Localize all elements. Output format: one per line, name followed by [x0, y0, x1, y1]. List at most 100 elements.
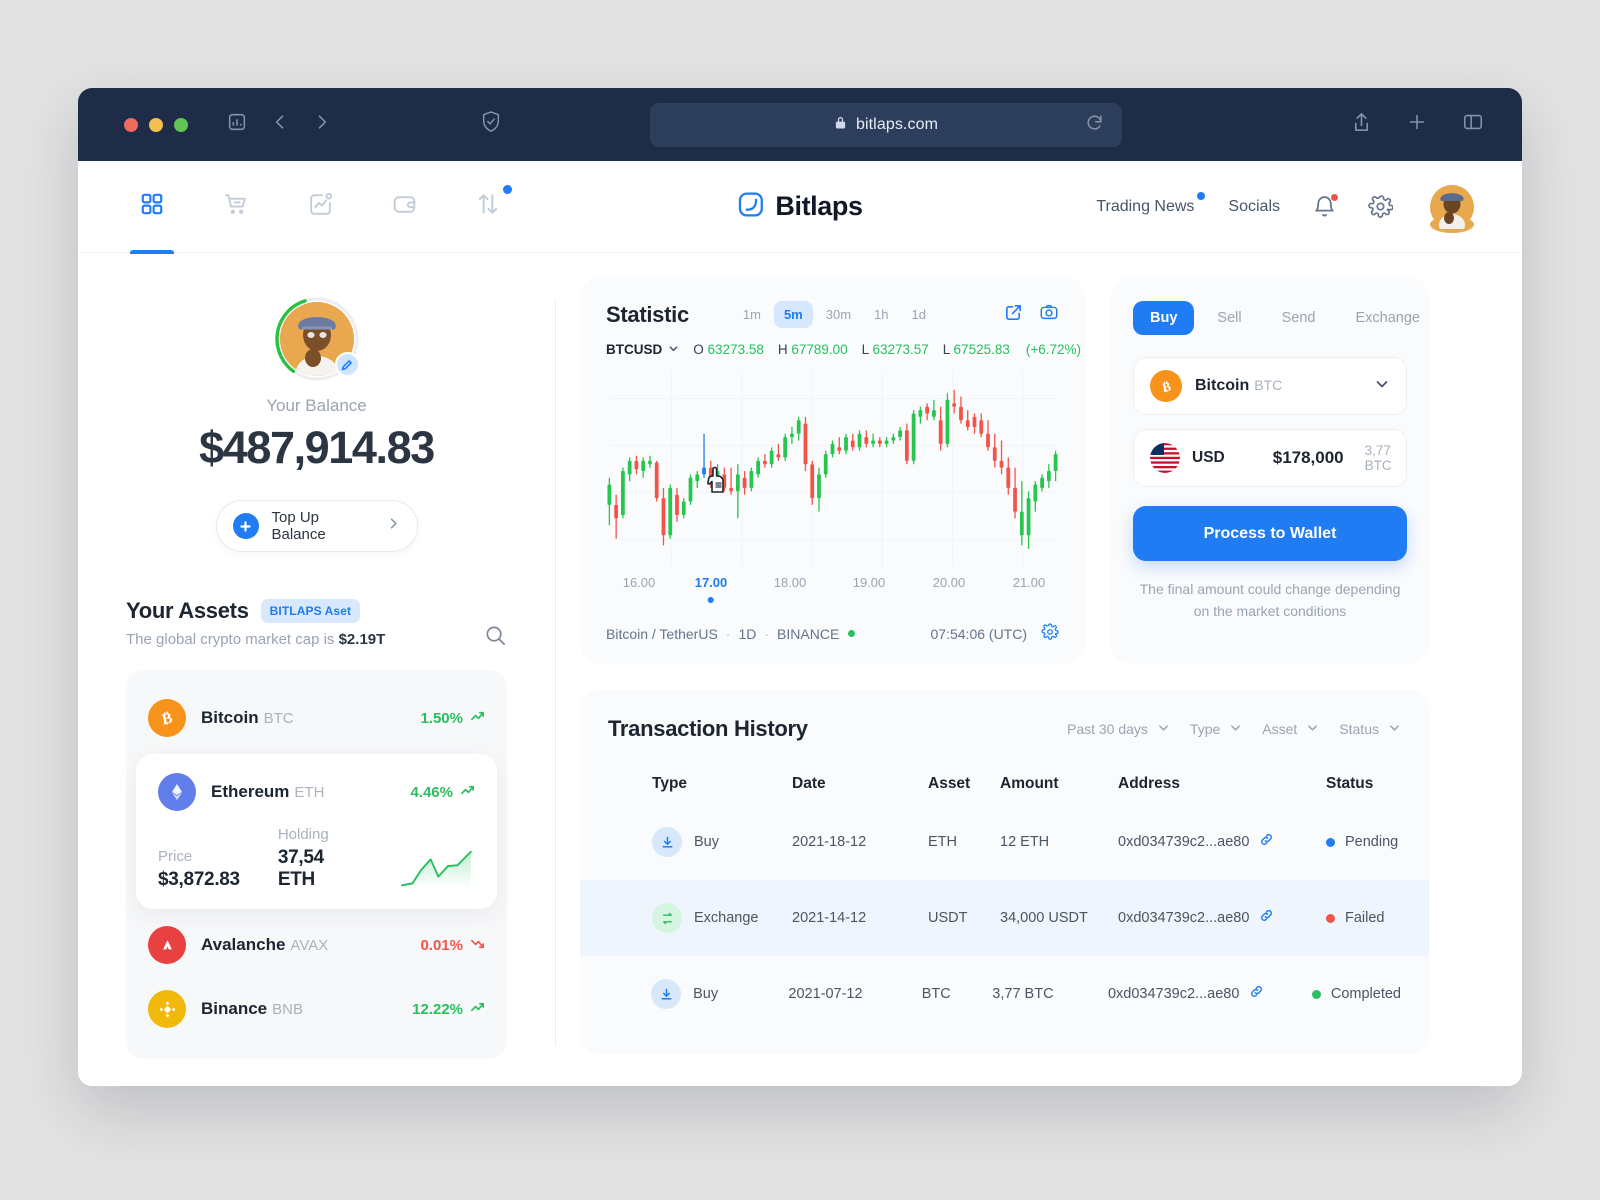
forward-arrow-icon[interactable]	[312, 112, 332, 137]
asset-card-ethereum[interactable]: Ethereum ETH 4.46% Price $3,872.83 Holdi…	[136, 754, 497, 909]
link-icon[interactable]	[1259, 908, 1274, 928]
tab-overview-icon[interactable]	[1462, 111, 1484, 138]
timeframe-30m[interactable]: 30m	[816, 301, 861, 328]
filter-asset[interactable]: Asset	[1262, 721, 1319, 737]
asset-row-binance[interactable]: Binance BNB 12.22%	[126, 977, 507, 1041]
asset-change-value: 1.50%	[420, 709, 463, 727]
asset-row-avalanche[interactable]: Avalanche AVAX 0.01%	[126, 913, 507, 977]
chevron-right-icon	[386, 516, 401, 536]
market-cap-prefix: The global crypto market cap is	[126, 631, 339, 648]
avatar[interactable]	[1430, 184, 1474, 236]
external-link-icon[interactable]	[1004, 303, 1023, 327]
shield-icon[interactable]	[480, 110, 502, 139]
ohlc-low: L 63273.57	[862, 342, 929, 357]
link-icon[interactable]	[1249, 984, 1264, 1004]
close-window-button[interactable]	[124, 117, 138, 132]
top-up-balance-button[interactable]: Top Up Balance	[215, 500, 418, 552]
trend-up-icon	[470, 1000, 485, 1019]
download-icon	[652, 827, 682, 857]
tab-buy[interactable]: Buy	[1133, 301, 1195, 335]
asset-change: 4.46%	[410, 783, 475, 802]
symbol-label: BTCUSD	[606, 342, 663, 357]
minimize-window-button[interactable]	[149, 117, 163, 132]
nav-analytics[interactable]	[296, 179, 344, 235]
chart-settings-icon[interactable]	[1041, 623, 1059, 644]
market-cap-value: $2.19T	[338, 631, 386, 648]
maximize-window-button[interactable]	[174, 117, 188, 132]
tab-sell[interactable]: Sell	[1200, 301, 1258, 335]
asset-name-block: Avalanche AVAX	[201, 935, 328, 955]
timeframe-1m[interactable]: 1m	[733, 301, 771, 328]
tab-send[interactable]: Send	[1265, 301, 1333, 335]
dot-separator: ·	[725, 625, 731, 642]
filter-type[interactable]: Type	[1190, 721, 1242, 737]
table-row[interactable]: Buy 2021-07-12 BTC 3,77 BTC 0xd034739c2.…	[608, 956, 1401, 1032]
nav-wallet[interactable]	[380, 179, 428, 235]
filter-date-range[interactable]: Past 30 days	[1067, 721, 1170, 737]
timeframe-1d[interactable]: 1d	[902, 301, 936, 328]
xtick-current: 17.00	[694, 575, 728, 590]
nav-transfer[interactable]	[464, 179, 512, 235]
process-to-wallet-button[interactable]: Process to Wallet	[1133, 506, 1407, 561]
xtick: 20.00	[932, 575, 966, 590]
nav-link-socials[interactable]: Socials	[1226, 194, 1282, 220]
screen: bitlaps.com Bitlaps Trading News Socials…	[0, 0, 1600, 1200]
primary-nav	[126, 179, 512, 254]
tab-exchange[interactable]: Exchange	[1338, 301, 1437, 335]
asset-row-bitcoin[interactable]: B Bitcoin BTC 1.50%	[126, 686, 507, 750]
amount-value: $178,000	[1272, 448, 1344, 467]
window-controls[interactable]	[124, 117, 188, 132]
holding-label: Holding	[277, 826, 329, 843]
plus-icon[interactable]	[1406, 111, 1428, 138]
chart-exchange: BINANCE	[777, 625, 840, 642]
binance-icon	[148, 990, 186, 1028]
row-address: 0xd034739c2...ae80	[1118, 834, 1250, 850]
nav-link-trading-news[interactable]: Trading News	[1094, 191, 1206, 220]
table-row[interactable]: Buy 2021-18-12 ETH 12 ETH 0xd034739c2...…	[608, 804, 1401, 880]
chevron-down-icon	[1388, 721, 1401, 737]
asset-symbol: BTC	[263, 710, 294, 727]
asset-name-block: Bitcoin BTC	[201, 708, 294, 728]
sidebar-icon[interactable]	[226, 111, 248, 138]
column-header-status: Status	[1326, 775, 1374, 792]
back-arrow-icon[interactable]	[270, 112, 290, 137]
coin-label-block: Bitcoin BTC	[1195, 377, 1282, 395]
share-icon[interactable]	[1351, 111, 1372, 139]
nav-market[interactable]	[212, 179, 260, 235]
brand-logo[interactable]: Bitlaps	[737, 191, 863, 223]
edit-avatar-button[interactable]	[334, 352, 360, 377]
nav-dashboard[interactable]	[128, 179, 176, 254]
row-amount: 3,77 BTC	[992, 986, 1054, 1002]
coin-selector[interactable]: B Bitcoin BTC	[1133, 357, 1407, 415]
address-bar[interactable]: bitlaps.com	[650, 102, 1122, 147]
link-icon[interactable]	[1259, 832, 1274, 852]
market-cap-line: The global crypto market cap is $2.19T	[126, 631, 507, 648]
settings-button[interactable]	[1368, 194, 1394, 220]
candlestick-chart[interactable]	[606, 371, 1059, 567]
profile-avatar[interactable]	[274, 297, 360, 381]
notifications-button[interactable]	[1312, 192, 1339, 220]
status-badge: Completed	[1330, 986, 1401, 1002]
balance-amount: $487,914.83	[199, 422, 435, 473]
trade-tabs: Buy Sell Send Exchange	[1133, 301, 1420, 335]
notification-badge	[1330, 192, 1339, 202]
asset-row-ethereum[interactable]: Ethereum ETH 4.46%	[136, 760, 497, 824]
header-actions: Trading News Socials	[1094, 184, 1474, 236]
timeframe-1h[interactable]: 1h	[864, 301, 898, 328]
trend-up-icon	[460, 783, 475, 802]
asset-symbol: BNB	[272, 1001, 303, 1018]
balance-label: Your Balance	[266, 396, 367, 415]
assets-chip: BITLAPS Aset	[260, 599, 361, 623]
filter-status[interactable]: Status	[1339, 721, 1401, 737]
symbol-selector[interactable]: BTCUSD	[606, 342, 679, 357]
balance-block: Your Balance $487,914.83 Top Up Balance	[126, 287, 507, 552]
asset-name-block: Binance BNB	[201, 999, 303, 1019]
table-row[interactable]: Exchange 2021-14-12 USDT 34,000 USDT 0xd…	[580, 880, 1429, 956]
reload-icon[interactable]	[1085, 113, 1104, 137]
search-icon[interactable]	[484, 624, 507, 652]
camera-icon[interactable]	[1039, 302, 1059, 327]
plus-icon	[232, 513, 259, 539]
dot-separator: ·	[764, 625, 770, 642]
timeframe-5m[interactable]: 5m	[773, 301, 813, 328]
amount-input[interactable]: USD $178,000 3,77 BTC	[1133, 429, 1407, 487]
